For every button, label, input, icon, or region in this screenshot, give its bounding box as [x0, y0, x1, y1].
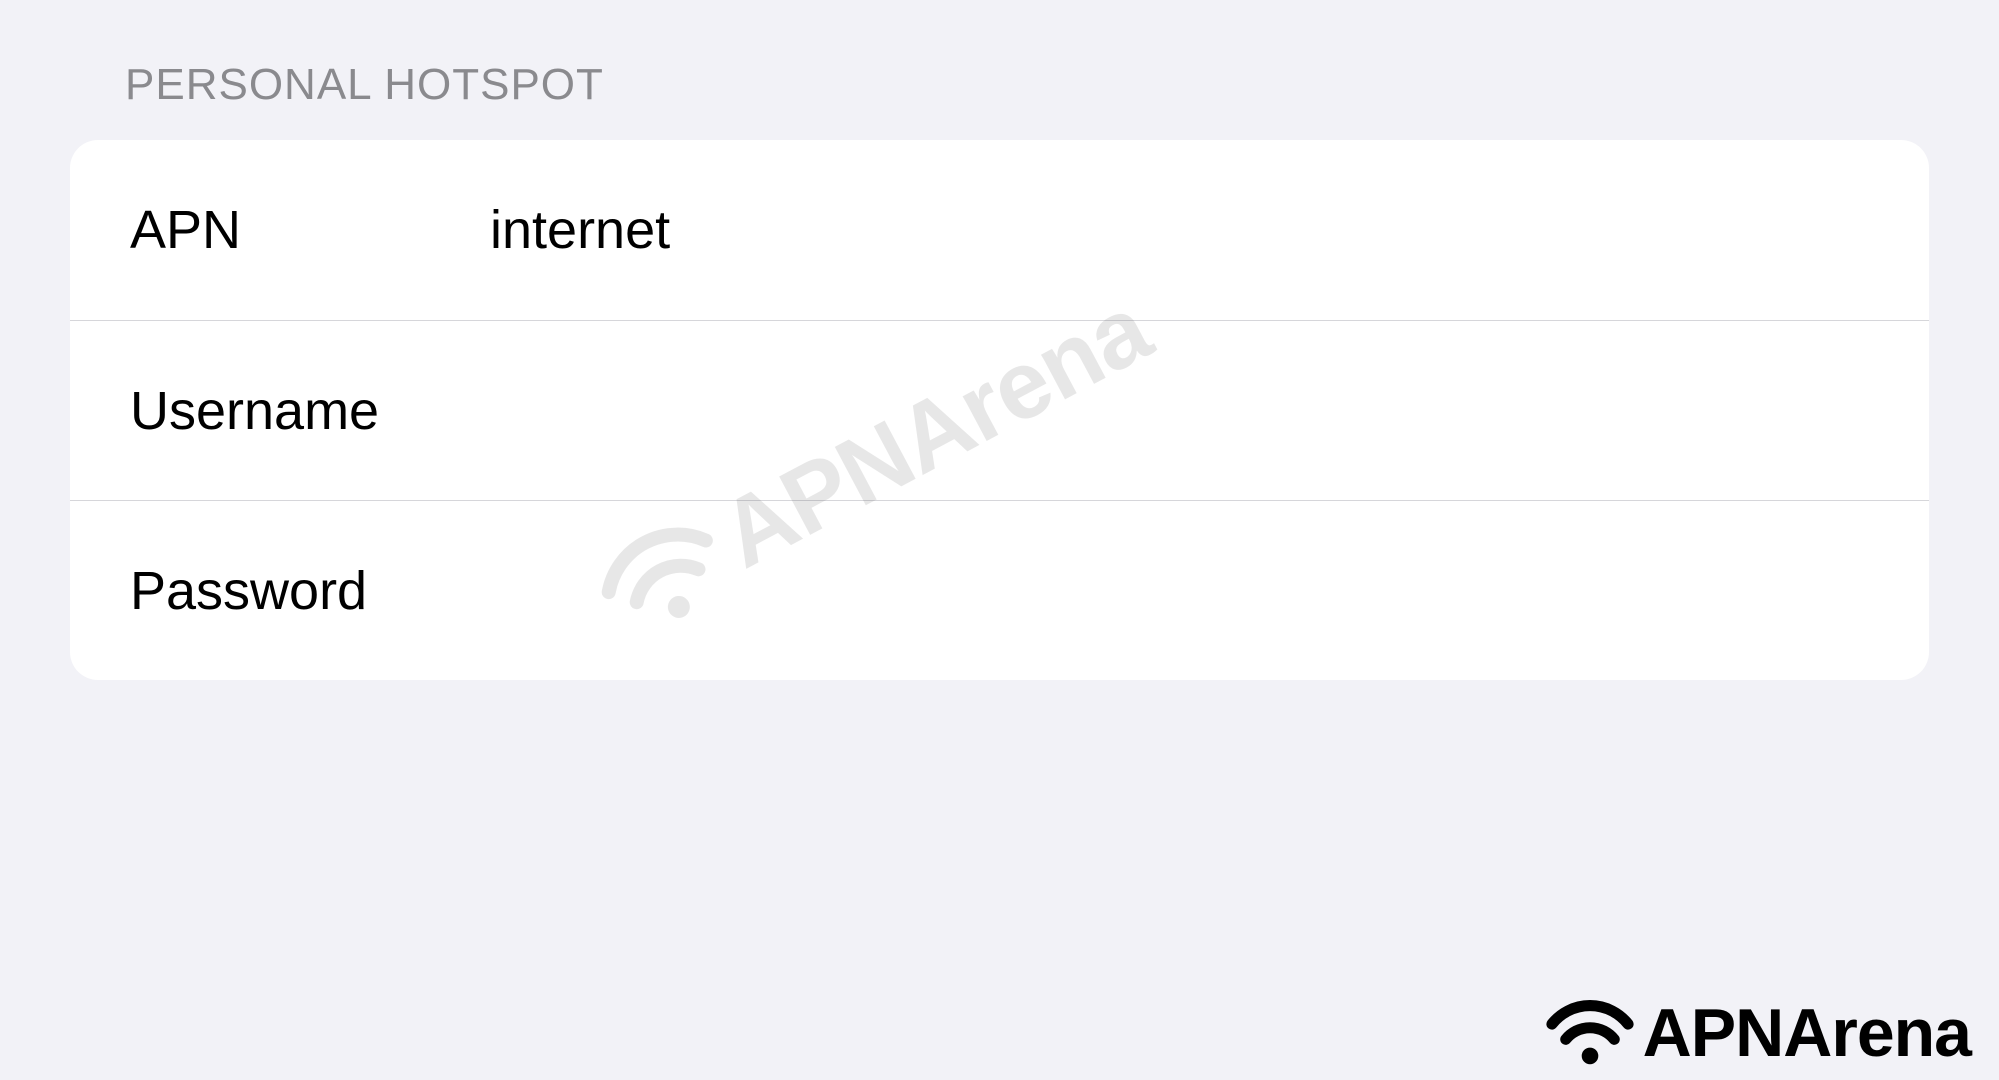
- apn-label: APN: [130, 199, 490, 261]
- username-label: Username: [130, 380, 490, 442]
- section-header-personal-hotspot: PERSONAL HOTSPOT: [0, 0, 1999, 140]
- wifi-icon: [1545, 995, 1635, 1072]
- settings-row-password[interactable]: Password: [70, 500, 1929, 680]
- brand-text: APNArena: [1643, 994, 1971, 1072]
- settings-row-username[interactable]: Username: [70, 320, 1929, 500]
- username-input[interactable]: [490, 380, 1869, 442]
- apn-input[interactable]: [490, 199, 1869, 261]
- settings-group: APN Username Password: [70, 140, 1929, 680]
- settings-row-apn[interactable]: APN: [70, 140, 1929, 320]
- brand-badge: APNArena: [1545, 994, 1971, 1072]
- password-label: Password: [130, 560, 490, 622]
- password-input[interactable]: [490, 560, 1869, 622]
